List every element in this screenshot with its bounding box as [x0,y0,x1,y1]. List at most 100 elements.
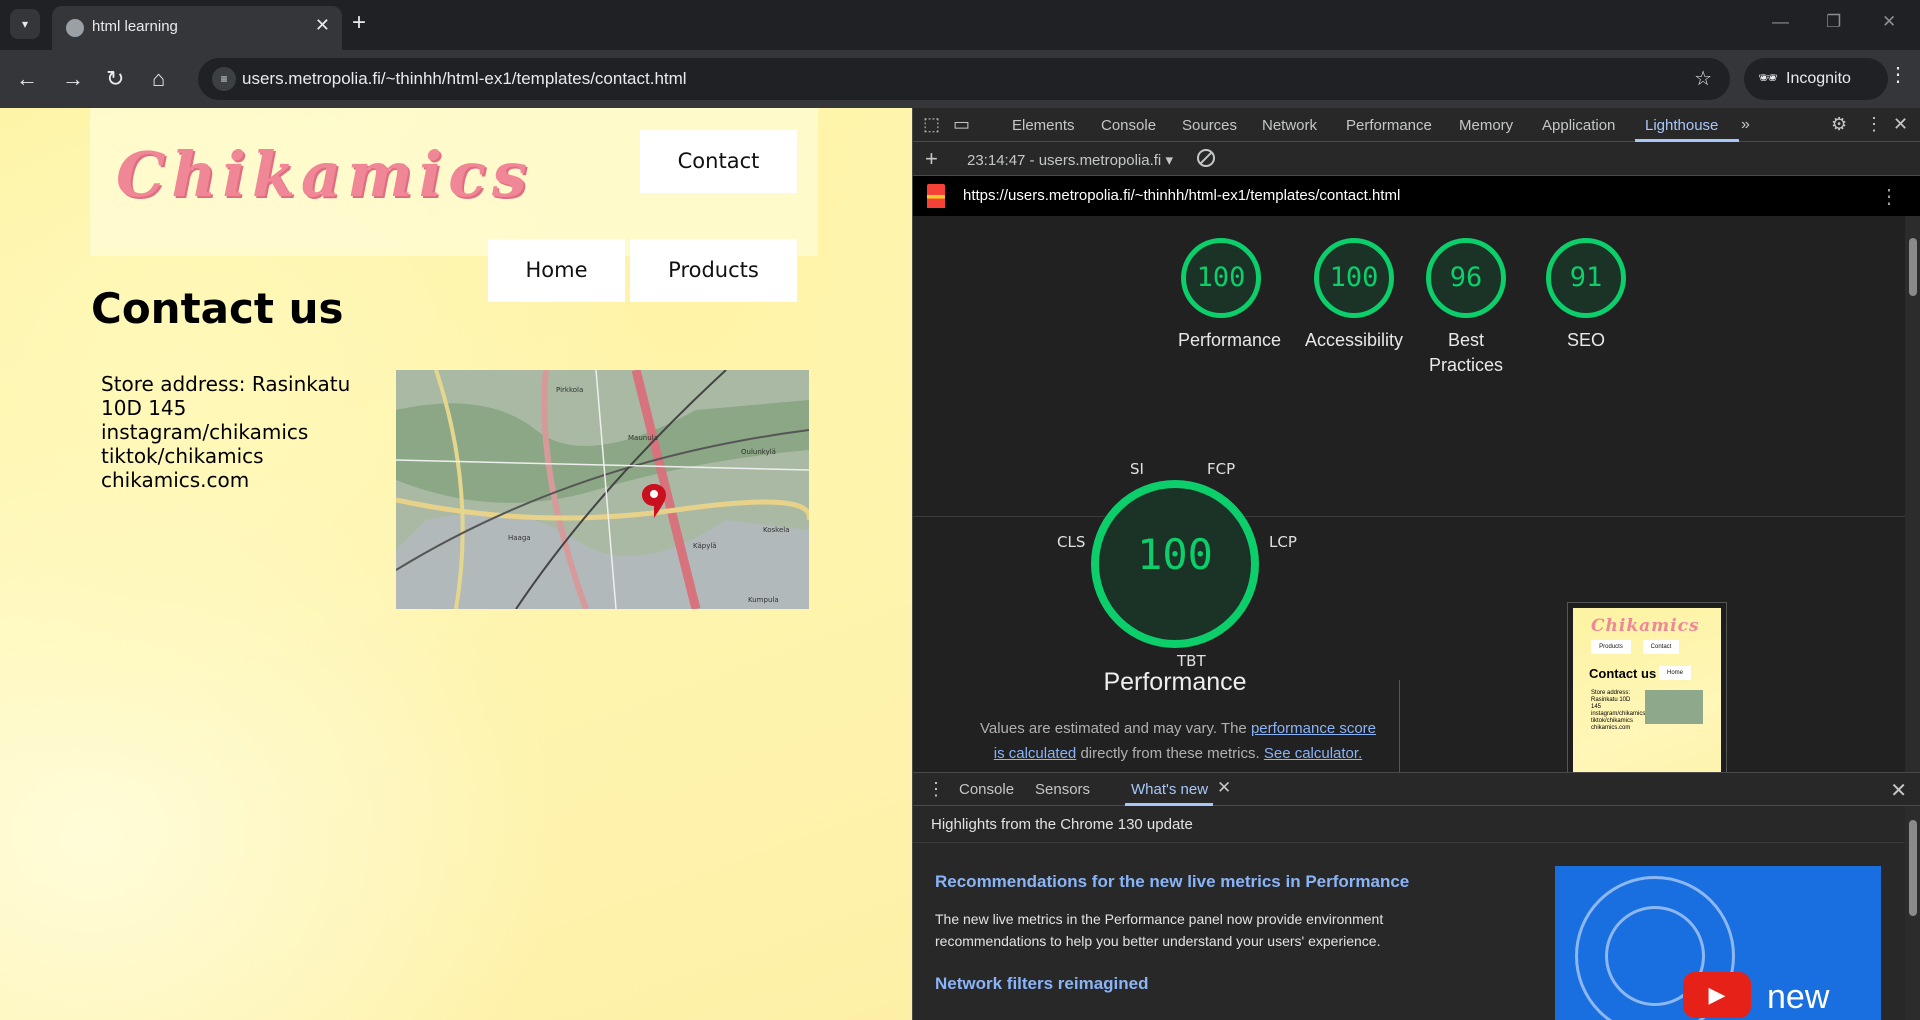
whats-new-video[interactable]: ▶ new [1555,866,1881,1020]
lighthouse-report: 100 Performance 100 Accessibility 96 Bes… [913,216,1905,772]
drawer-close-icon[interactable]: ✕ [1890,778,1907,803]
score-gauge-accessibility[interactable]: 100 Accessibility [1299,238,1409,353]
report-menu-icon[interactable]: ⋮ [1879,184,1899,209]
home-button[interactable]: ⌂ [152,64,165,94]
map-label: Koskela [763,526,790,534]
tab-title: html learning [92,18,178,35]
reload-button[interactable]: ↻ [106,64,124,94]
browser-tab[interactable]: html learning ✕ [52,6,342,50]
youtube-play-icon[interactable]: ▶ [1683,972,1751,1018]
report-scrollbar[interactable] [1905,216,1920,772]
feature-link-live-metrics[interactable]: Recommendations for the new live metrics… [935,872,1409,892]
performance-heading: Performance [1103,668,1247,696]
tab-memory[interactable]: Memory [1459,117,1513,134]
vertical-separator [1399,680,1400,772]
minimize-button[interactable]: — [1772,12,1789,32]
store-address: Store address: Rasinkatu 10D 145 instagr… [101,372,371,492]
drawer-scrollbar-thumb[interactable] [1909,820,1917,916]
tab-console[interactable]: Console [1101,117,1156,134]
lighthouse-toolbar: + 23:14:47 - users.metropolia.fi ▾ [913,142,1920,176]
note-mid: directly from these metrics. [1080,745,1260,762]
feature-link-network-filters[interactable]: Network filters reimagined [935,974,1149,994]
map-label: Haaga [508,534,531,542]
address-url[interactable]: users.metropolia.fi/~thinhh/html-ex1/tem… [242,69,687,89]
store-map[interactable]: Pirkkola Maunula Oulunkylä Haaga Käpylä … [396,370,809,609]
chrome-menu-icon[interactable]: ⋮ [1888,62,1908,87]
globe-icon [66,19,84,37]
thumbnail-map [1645,690,1703,724]
bookmark-star-icon[interactable]: ☆ [1694,66,1712,91]
tab-elements[interactable]: Elements [1012,117,1075,134]
performance-score: 100 [1137,530,1213,579]
settings-gear-icon[interactable]: ⚙ [1831,114,1847,135]
feature-description: The new live metrics in the Performance … [935,911,1384,949]
forward-button[interactable]: → [62,64,84,94]
new-tab-button[interactable]: + [352,11,366,35]
video-caption: new [1767,978,1830,1016]
tab-search-button[interactable]: ▾ [10,9,40,39]
drawer-tab-whats-new[interactable]: What's new [1131,781,1208,798]
address-line: 10D 145 [101,396,187,420]
score-value: 91 [1546,238,1626,318]
tab-close-icon[interactable]: ✕ [315,15,330,36]
devtools-panel: ⬚ ▭ Elements Console Sources Network Per… [912,108,1920,1020]
close-whats-new-icon[interactable]: ✕ [1217,778,1231,798]
nav-contact-link[interactable]: Contact [640,130,797,193]
highlights-divider [913,842,1905,843]
page-screenshot-thumbnail[interactable]: Chikamics Products Contact Home Contact … [1567,602,1727,772]
drawer-menu-icon[interactable]: ⋮ [927,779,945,800]
inspect-element-icon[interactable]: ⬚ [923,114,940,135]
score-value: 96 [1426,238,1506,318]
new-report-icon[interactable]: + [925,146,938,172]
lighthouse-logo-icon [927,184,945,208]
metric-label-si: SI [1130,460,1144,478]
map-label: Käpylä [693,542,717,550]
score-gauge-best-practices[interactable]: 96 Best Practices [1421,238,1511,378]
site-info-icon[interactable]: ≡ [212,67,236,91]
address-bar[interactable]: ≡ users.metropolia.fi/~thinhh/html-ex1/t… [198,58,1730,100]
tab-sources[interactable]: Sources [1182,117,1237,134]
report-selector-label: 23:14:47 - users.metropolia.fi [967,152,1162,169]
restore-button[interactable]: ❐ [1826,12,1841,32]
score-gauge-performance[interactable]: 100 Performance [1178,238,1281,353]
back-button[interactable]: ← [16,64,38,94]
score-label: Accessibility [1304,330,1404,350]
tab-network[interactable]: Network [1262,117,1317,134]
thumbnail-page: Chikamics Products Contact Home Contact … [1573,608,1721,772]
tab-application[interactable]: Application [1542,117,1615,134]
drawer-tab-sensors[interactable]: Sensors [1035,781,1090,798]
page-title: Contact us [91,284,344,333]
window-close-button[interactable]: ✕ [1882,12,1896,32]
incognito-icon: 🕶 [1758,70,1779,87]
drawer-tab-console[interactable]: Console [959,781,1014,798]
report-scrollbar-thumb[interactable] [1909,238,1917,296]
incognito-badge[interactable]: 🕶 Incognito [1744,58,1888,100]
score-value: 100 [1314,238,1394,318]
nav-home-link[interactable]: Home [488,239,625,302]
devtools-close-icon[interactable]: ✕ [1893,114,1908,135]
map-label: Pirkkola [556,386,583,394]
incognito-label: Incognito [1786,70,1851,87]
map-graphic: Pirkkola Maunula Oulunkylä Haaga Käpylä … [396,370,809,609]
lighthouse-url-bar: https://users.metropolia.fi/~thinhh/html… [913,176,1920,216]
address-line: Store address: Rasinkatu [101,372,351,396]
clear-reports-icon[interactable] [1197,149,1215,167]
tiktok-line: tiktok/chikamics [101,444,264,468]
device-toolbar-icon[interactable]: ▭ [953,114,970,135]
score-gauge-seo[interactable]: 91 SEO [1543,238,1629,353]
instagram-line: instagram/chikamics [101,420,309,444]
nav-products-link[interactable]: Products [630,239,797,302]
map-label: Maunula [628,434,658,442]
map-label: Oulunkylä [741,448,776,456]
report-url[interactable]: https://users.metropolia.fi/~thinhh/html… [963,187,1400,204]
report-selector[interactable]: 23:14:47 - users.metropolia.fi ▾ [967,151,1173,169]
more-tabs-icon[interactable]: » [1741,116,1750,134]
tab-lighthouse[interactable]: Lighthouse [1645,117,1718,134]
tab-performance[interactable]: Performance [1346,117,1432,134]
note-text: Values are estimated and may vary. The [979,720,1247,737]
performance-big-gauge[interactable]: 100 [1091,480,1259,648]
devtools-menu-icon[interactable]: ⋮ [1865,114,1883,135]
see-calculator-link[interactable]: See calculator. [1264,745,1362,762]
drawer-tab-bar: ⋮ Console Sensors What's new ✕ ✕ [913,772,1920,806]
thumbnail-title: Contact us [1589,666,1657,681]
